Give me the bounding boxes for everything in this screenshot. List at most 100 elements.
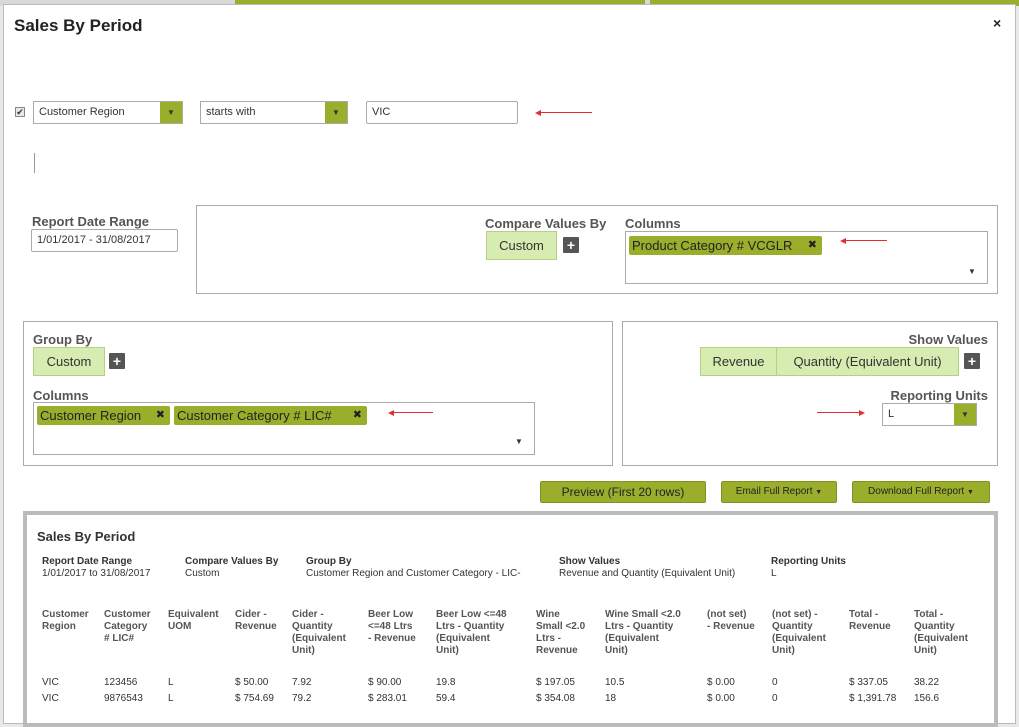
column-header-line: Cider - <box>292 609 324 620</box>
compare-columns-box[interactable]: Product Category # VCGLR ✖ ▼ <box>625 231 988 284</box>
revenue-button[interactable]: Revenue <box>700 347 777 376</box>
annotation-arrow-line <box>845 240 887 241</box>
filter-operator-value: starts with <box>206 106 256 118</box>
column-header: (not set) - Quantity (Equivalent Unit) <box>772 609 826 657</box>
tag-label: Product Category # VCGLR <box>632 238 793 253</box>
download-label: Download Full Report <box>868 486 965 497</box>
table-cell: 79.2 <box>292 693 312 704</box>
quantity-button[interactable]: Quantity (Equivalent Unit) <box>776 347 959 376</box>
preview-title: Sales By Period <box>37 529 136 544</box>
column-header-line: <=48 Ltrs <box>368 621 413 632</box>
column-header-line: (Equivalent <box>914 633 968 644</box>
column-header-line: Small <2.0 <box>536 621 586 632</box>
column-header: Wine Small <2.0 Ltrs - Revenue <box>536 609 585 657</box>
reporting-units-label: Reporting Units <box>890 388 989 403</box>
column-header: Total - Quantity (Equivalent Unit) <box>914 609 968 657</box>
meta-value: Revenue and Quantity (Equivalent Unit) <box>559 568 736 579</box>
filter-operator-select[interactable]: starts with ▼ <box>200 101 348 124</box>
report-date-range-label: Report Date Range <box>32 214 150 229</box>
compare-values-by-label: Compare Values By <box>485 216 607 231</box>
column-header: Beer Low <=48 Ltrs - Quantity (Equivalent U… <box>436 609 507 657</box>
table-cell: $ 1,391.78 <box>849 693 897 704</box>
reporting-units-select[interactable]: L ▼ <box>882 403 977 426</box>
column-header-line: - Revenue <box>707 621 755 632</box>
column-header-line: Quantity <box>914 621 955 632</box>
remove-tag-icon[interactable]: ✖ <box>156 406 165 425</box>
table-cell: $ 354.08 <box>536 693 575 704</box>
column-header-line: # LIC# <box>104 633 135 644</box>
chevron-down-icon[interactable]: ▼ <box>954 404 976 425</box>
column-header-line: Revenue <box>536 645 578 656</box>
chevron-down-icon[interactable]: ▼ <box>968 267 976 276</box>
table-cell: 10.5 <box>605 677 625 688</box>
column-header-line: Ltrs - Quantity <box>605 621 674 632</box>
filter-field-select[interactable]: Customer Region ▼ <box>33 101 183 124</box>
group-by-custom-button[interactable]: Custom <box>33 347 105 376</box>
column-header-line: Unit) <box>605 645 628 656</box>
tag-label: Customer Category # LIC# <box>177 408 332 423</box>
column-header: (not set) - Revenue <box>707 609 755 633</box>
column-header-line: Wine Small <2.0 <box>605 609 681 620</box>
preview-button[interactable]: Preview (First 20 rows) <box>540 481 706 503</box>
table-cell: $ 197.05 <box>536 677 575 688</box>
download-full-report-button[interactable]: Download Full Report ▼ <box>852 481 990 503</box>
sales-by-period-dialog: Sales By Period × ✔ Customer Region ▼ st… <box>3 4 1016 727</box>
column-header: Equivalent UOM <box>168 609 219 633</box>
table-cell: 18 <box>605 693 617 704</box>
chevron-down-icon[interactable]: ▼ <box>325 102 347 123</box>
table-cell: 38.22 <box>914 677 940 688</box>
column-header-line: Equivalent <box>168 609 219 620</box>
column-header-line: Total - <box>914 609 944 620</box>
table-cell: VIC <box>42 693 59 704</box>
text-cursor <box>34 153 35 173</box>
remove-tag-icon[interactable]: ✖ <box>808 236 817 255</box>
column-header-line: Beer Low <box>368 609 414 620</box>
annotation-arrow-line <box>393 412 433 413</box>
remove-tag-icon[interactable]: ✖ <box>353 406 362 425</box>
tag-label: Customer Region <box>40 408 142 423</box>
column-header: Total - Revenue <box>849 609 891 633</box>
column-header-line: (Equivalent <box>292 633 346 644</box>
table-cell: L <box>168 693 174 704</box>
table-cell: 0 <box>772 677 778 688</box>
table-cell: 123456 <box>104 677 138 688</box>
annotation-arrow-line <box>817 412 859 413</box>
add-value-icon[interactable]: + <box>964 353 980 369</box>
filter-value-input[interactable]: VIC <box>366 101 518 124</box>
table-cell: $ 0.00 <box>707 693 735 704</box>
meta-label: Report Date Range <box>42 556 133 567</box>
close-icon[interactable]: × <box>993 15 1001 31</box>
email-label: Email Full Report <box>735 486 813 497</box>
group-column-tag: Customer Category # LIC# ✖ <box>174 406 367 425</box>
meta-label: Compare Values By <box>185 556 279 567</box>
column-header-line: Category <box>104 621 148 632</box>
column-header: Cider - Quantity (Equivalent Unit) <box>292 609 346 657</box>
column-header-line: (Equivalent <box>605 633 659 644</box>
table-cell: $ 90.00 <box>368 677 402 688</box>
email-full-report-button[interactable]: Email Full Report ▼ <box>721 481 837 503</box>
column-header-line: Region <box>42 621 76 632</box>
column-header-line: Customer <box>42 609 89 620</box>
preview-table: Customer Region Customer Category # LIC# Equi… <box>27 609 994 719</box>
chevron-down-icon[interactable]: ▼ <box>160 102 182 123</box>
table-cell: L <box>168 677 174 688</box>
column-header-line: Quantity <box>292 621 333 632</box>
report-date-range-input[interactable]: 1/01/2017 - 31/08/2017 <box>31 229 178 252</box>
add-compare-icon[interactable]: + <box>563 237 579 253</box>
column-header: Beer Low <=48 Ltrs - Revenue <box>368 609 416 645</box>
column-header-line: Ltrs - Quantity <box>436 621 505 632</box>
table-cell: 156.6 <box>914 693 940 704</box>
annotation-arrow-icon <box>840 238 846 244</box>
filter-checkbox[interactable]: ✔ <box>15 107 25 117</box>
column-header: Customer Category # LIC# <box>104 609 151 645</box>
compare-columns-label: Columns <box>625 216 681 231</box>
compare-custom-button[interactable]: Custom <box>486 231 557 260</box>
group-by-columns-box[interactable]: Customer Region ✖ Customer Category # LI… <box>33 402 535 455</box>
column-header-line: (not set) - <box>772 609 818 620</box>
meta-value: L <box>771 568 777 579</box>
table-cell: 19.8 <box>436 677 456 688</box>
column-header-line: Revenue <box>849 621 891 632</box>
column-header-line: Beer Low <=48 <box>436 609 507 620</box>
add-group-icon[interactable]: + <box>109 353 125 369</box>
chevron-down-icon[interactable]: ▼ <box>515 437 523 446</box>
